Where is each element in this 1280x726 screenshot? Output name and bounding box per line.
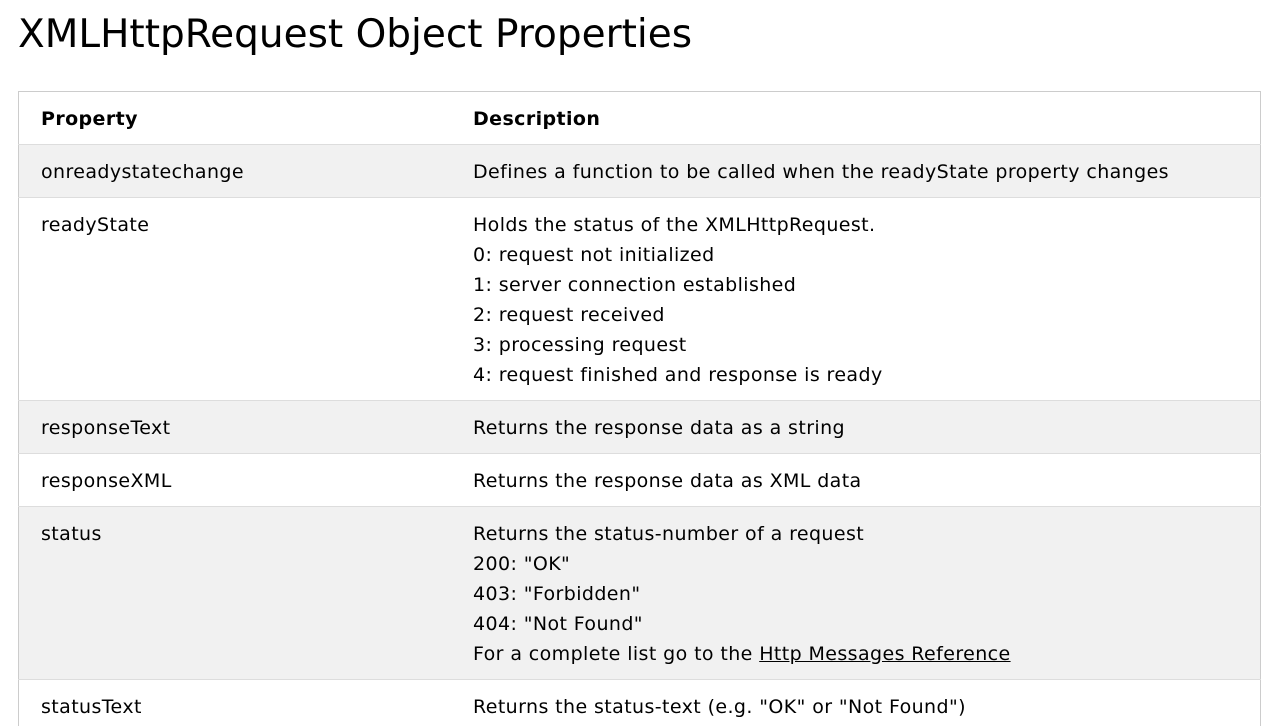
table-header-row: Property Description: [19, 92, 1261, 145]
property-cell: responseXML: [41, 470, 172, 492]
property-column-header: Property: [41, 108, 138, 130]
property-cell: onreadystatechange: [41, 161, 244, 183]
reference-link-prefix: For a complete list go to the: [473, 643, 760, 665]
table-row: status Returns the status-number of a re…: [18, 506, 1261, 680]
table-header: Property Description: [19, 92, 1261, 145]
description-cell: Returns the status-text (e.g. "OK" or "N…: [450, 680, 1261, 726]
property-cell: statusText: [41, 696, 142, 718]
property-cell: responseText: [41, 417, 171, 439]
description-line: 403: "Forbidden": [473, 583, 641, 605]
description-line: 404: "Not Found": [473, 613, 643, 635]
property-cell: readyState: [41, 214, 150, 236]
description-line: 1: server connection established: [473, 274, 797, 296]
table-row: onreadystatechange Defines a function to…: [18, 144, 1261, 198]
description-line: For a complete list go to the Http Messa…: [473, 639, 1252, 669]
description-line: 3: processing request: [473, 334, 687, 356]
table-body: onreadystatechange Defines a function to…: [18, 144, 1261, 726]
description-cell: Holds the status of the XMLHttpRequest. …: [450, 198, 1261, 401]
description-line: Returns the status-text (e.g. "OK" or "N…: [473, 696, 966, 718]
table-row: readyState Holds the status of the XMLHt…: [18, 197, 1261, 401]
description-line: Returns the response data as a string: [473, 417, 845, 439]
description-line: 200: "OK": [473, 553, 571, 575]
description-line: 4: request finished and response is read…: [473, 364, 883, 386]
description-line: 0: request not initialized: [473, 244, 715, 266]
description-cell: Returns the response data as XML data: [450, 454, 1261, 507]
description-line: Holds the status of the XMLHttpRequest.: [473, 214, 876, 236]
table-row: statusText Returns the status-text (e.g.…: [18, 679, 1261, 726]
properties-table: Property Description onreadystatechange …: [18, 91, 1261, 726]
page-title: XMLHttpRequest Object Properties: [18, 12, 693, 57]
description-cell: Defines a function to be called when the…: [450, 145, 1261, 198]
description-cell: Returns the response data as a string: [450, 401, 1261, 454]
page: XMLHttpRequest Object Properties Propert…: [0, 0, 1280, 726]
table-row: responseXML Returns the response data as…: [18, 453, 1261, 507]
description-column-header: Description: [473, 108, 601, 130]
description-line: 2: request received: [473, 304, 665, 326]
description-line: Returns the response data as XML data: [473, 470, 862, 492]
table-row: responseText Returns the response data a…: [18, 400, 1261, 454]
http-messages-reference-link[interactable]: Http Messages Reference: [759, 643, 1010, 665]
description-cell: Returns the status-number of a request 2…: [450, 507, 1261, 680]
property-cell: status: [41, 523, 102, 545]
description-line: Returns the status-number of a request: [473, 523, 865, 545]
description-line: Defines a function to be called when the…: [473, 161, 1169, 183]
